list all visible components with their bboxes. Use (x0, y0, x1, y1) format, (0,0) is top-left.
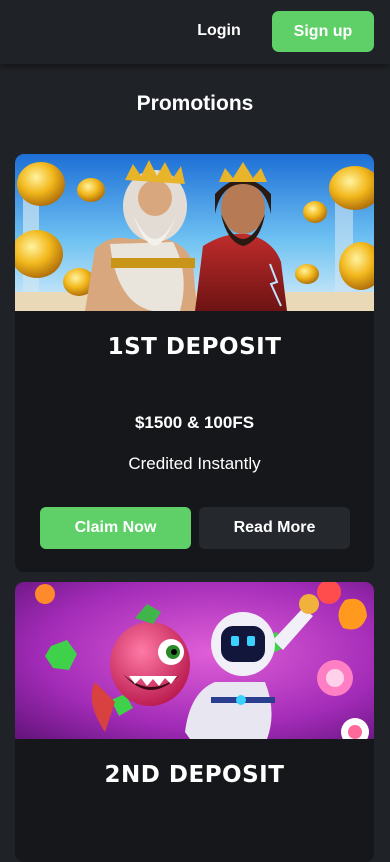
claim-now-button[interactable]: Claim Now (40, 507, 191, 549)
promotion-card-first-deposit: 1ST DEPOSIT $1500 & 100FS Credited Insta… (15, 154, 374, 572)
promotion-banner-image (15, 582, 374, 739)
promotion-heading: 1ST DEPOSIT (107, 334, 282, 360)
page-title: Promotions (136, 92, 254, 115)
promotion-banner-image (15, 154, 374, 311)
promotion-subtext: Credited Instantly (128, 454, 261, 473)
promotion-heading: 2ND DEPOSIT (104, 762, 285, 788)
promotion-card-second-deposit: 2ND DEPOSIT (15, 582, 374, 862)
top-header: Login Sign up (0, 0, 390, 64)
read-more-button[interactable]: Read More (199, 507, 350, 549)
login-button[interactable]: Login (186, 12, 252, 50)
signup-button[interactable]: Sign up (272, 11, 374, 52)
promotion-bonus-amount: $1500 & 100FS (134, 413, 255, 432)
